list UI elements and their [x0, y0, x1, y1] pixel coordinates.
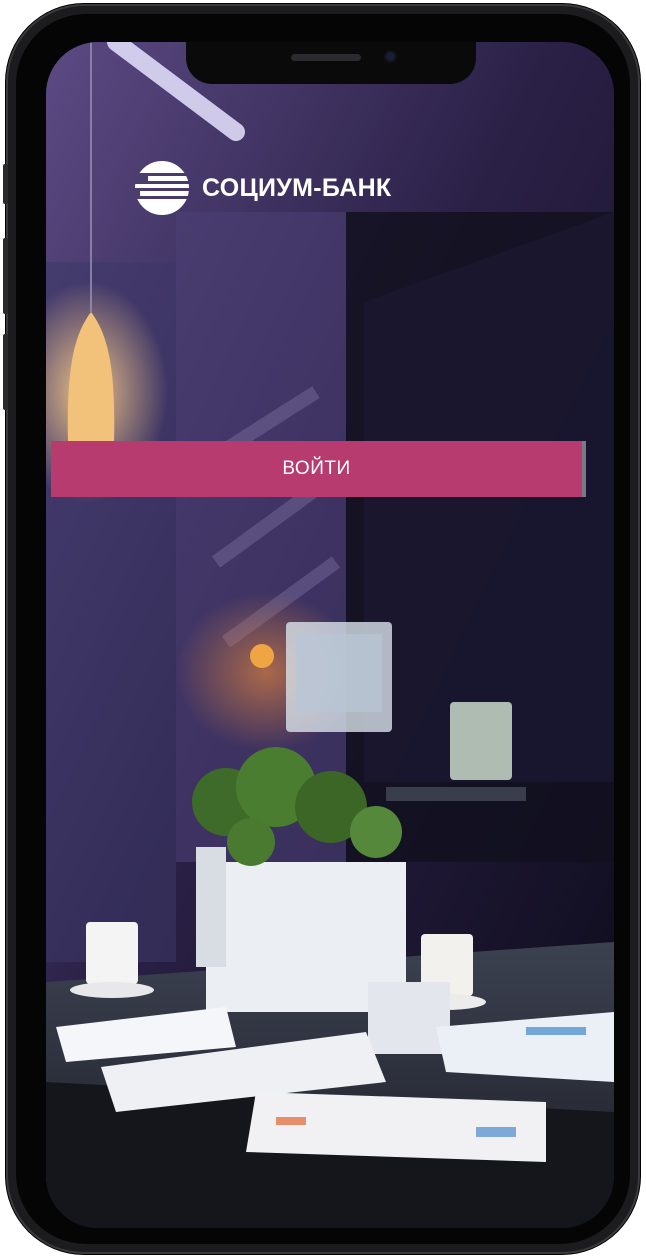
side-button-volume-up	[3, 238, 8, 314]
phone-notch	[186, 42, 476, 84]
brand-logo: СОЦИУМ-БАНК	[134, 157, 392, 219]
side-button-mute	[3, 164, 8, 204]
background-photo	[46, 42, 614, 1228]
login-button[interactable]: ВОЙТИ	[51, 441, 586, 497]
app-screen: СОЦИУМ-БАНК ВОЙТИ	[46, 42, 614, 1228]
brand-name: СОЦИУМ-БАНК	[202, 173, 392, 202]
front-camera	[384, 50, 397, 63]
side-button-volume-down	[3, 334, 8, 410]
socium-bank-logo-icon	[135, 161, 189, 215]
earpiece-speaker	[291, 54, 361, 61]
